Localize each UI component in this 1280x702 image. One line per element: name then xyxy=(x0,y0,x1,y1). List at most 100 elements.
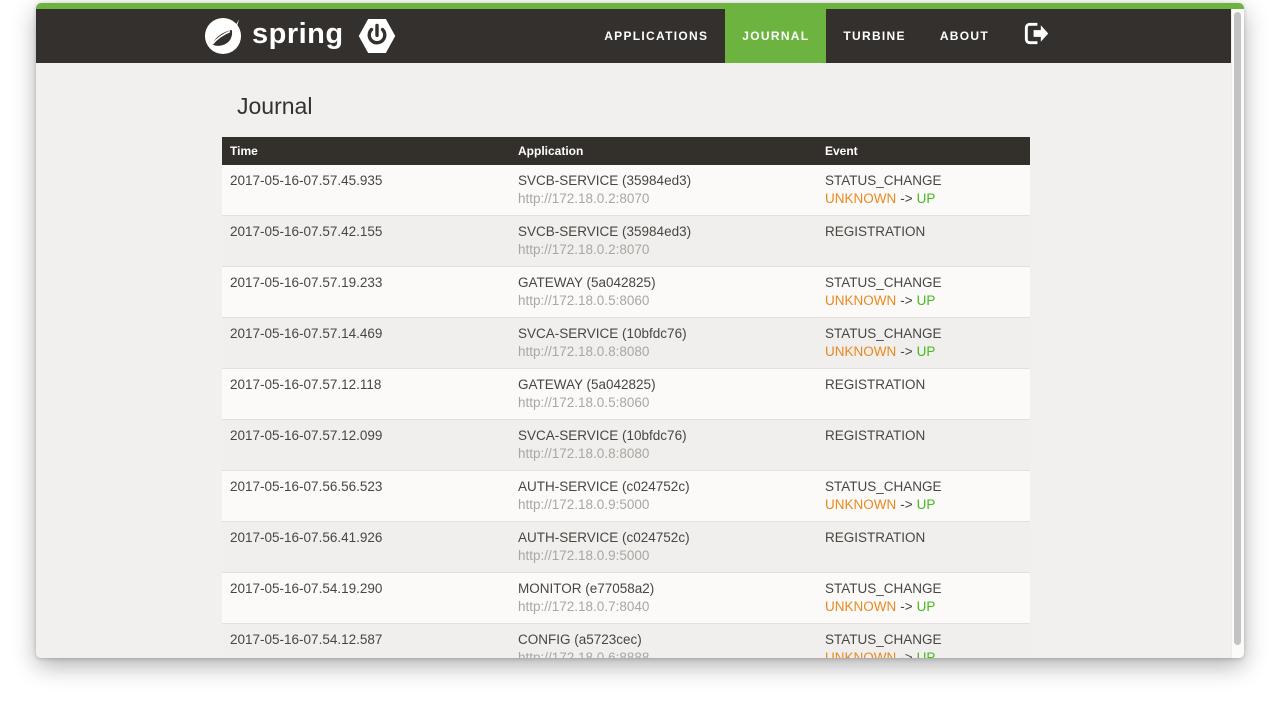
status-from: UNKNOWN xyxy=(825,650,896,658)
event-cell: STATUS_CHANGEUNKNOWN->UP xyxy=(817,624,1030,659)
journal-row: 2017-05-16-07.57.19.233GATEWAY (5a042825… xyxy=(222,267,1030,318)
event-cell: REGISTRATION xyxy=(817,522,1030,573)
application-name: MONITOR (e77058a2) xyxy=(518,581,809,597)
journal-row: 2017-05-16-07.54.12.587CONFIG (a5723cec)… xyxy=(222,624,1030,659)
status-transition: UNKNOWN->UP xyxy=(825,599,1022,615)
event-type: REGISTRATION xyxy=(825,530,1022,546)
brand-wordmark: spring xyxy=(252,18,344,51)
status-from: UNKNOWN xyxy=(825,191,896,206)
column-header-application: Application xyxy=(510,137,817,165)
status-from: UNKNOWN xyxy=(825,293,896,308)
scrollbar-thumb[interactable] xyxy=(1234,12,1241,645)
application-url: http://172.18.0.2:8070 xyxy=(518,191,809,207)
navbar-tabs: APPLICATIONSJOURNALTURBINEABOUT xyxy=(587,9,1006,63)
application-cell: SVCB-SERVICE (35984ed3) http://172.18.0.2… xyxy=(510,216,817,267)
journal-table: Time Application Event 2017-05-16-07.57.… xyxy=(222,137,1030,658)
spring-boot-icon xyxy=(357,16,397,56)
browser-page: spring APPLICATIONSJOURNALTURBINEABOUT xyxy=(36,3,1244,658)
scrollbar[interactable] xyxy=(1231,9,1244,658)
logout-icon xyxy=(1022,20,1049,52)
status-transition: UNKNOWN -> UP xyxy=(825,293,1022,309)
event-type: STATUS_CHANGE xyxy=(825,173,1022,189)
application-url: http://172.18.0.8:8080 xyxy=(518,344,809,360)
navbar: spring APPLICATIONSJOURNALTURBINEABOUT xyxy=(36,9,1232,63)
nav-tab-about[interactable]: ABOUT xyxy=(923,9,1006,63)
time-cell: 2017-05-16-07.56.41.926 xyxy=(222,522,510,573)
status-to: UP xyxy=(917,293,936,308)
application-url: http://172.18.0.5:8060 xyxy=(518,395,809,411)
application-name: SVCA-SERVICE (10bfdc76) xyxy=(518,428,809,444)
event-type: STATUS_CHANGE xyxy=(825,632,1022,648)
application-cell: CONFIG (a5723cec) http://172.18.0.6:8888 xyxy=(510,624,817,659)
status-arrow: -> xyxy=(900,497,912,512)
application-url: http://172.18.0.6:8888 xyxy=(518,650,809,658)
status-to: UP xyxy=(917,191,936,206)
application-name: SVCA-SERVICE (10bfdc76) xyxy=(518,326,809,342)
application-cell: MONITOR (e77058a2) http://172.18.0.7:8040 xyxy=(510,573,817,624)
status-from: UNKNOWN xyxy=(825,497,896,512)
event-cell: STATUS_CHANGEUNKNOWN->UP xyxy=(817,471,1030,522)
event-type: REGISTRATION xyxy=(825,428,1022,444)
event-cell: STATUS_CHANGEUNKNOWN->UP xyxy=(817,573,1030,624)
time-cell: 2017-05-16-07.56.56.523 xyxy=(222,471,510,522)
status-from: UNKNOWN xyxy=(825,599,896,614)
status-to: UP xyxy=(917,344,936,359)
status-from: UNKNOWN xyxy=(825,344,896,359)
event-cell: REGISTRATION xyxy=(817,369,1030,420)
table-header-row: Time Application Event xyxy=(222,137,1030,165)
status-arrow: -> xyxy=(900,191,912,206)
time-cell: 2017-05-16-07.57.42.155 xyxy=(222,216,510,267)
status-arrow: -> xyxy=(900,599,912,614)
time-cell: 2017-05-16-07.57.12.118 xyxy=(222,369,510,420)
status-arrow: -> xyxy=(900,650,912,658)
journal-row: 2017-05-16-07.54.19.290MONITOR (e77058a2… xyxy=(222,573,1030,624)
nav-tab-turbine[interactable]: TURBINE xyxy=(826,9,922,63)
application-url: http://172.18.0.9:5000 xyxy=(518,497,809,513)
event-cell: STATUS_CHANGE UNKNOWN -> UP xyxy=(817,267,1030,318)
application-url: http://172.18.0.2:8070 xyxy=(518,242,809,258)
application-url: http://172.18.0.7:8040 xyxy=(518,599,809,615)
event-cell: REGISTRATION xyxy=(817,420,1030,471)
time-cell: 2017-05-16-07.54.12.587 xyxy=(222,624,510,659)
application-name: SVCB-SERVICE (35984ed3) xyxy=(518,173,809,189)
application-name: SVCB-SERVICE (35984ed3) xyxy=(518,224,809,240)
application-cell: GATEWAY (5a042825)http://172.18.0.5:8060 xyxy=(510,267,817,318)
column-header-time: Time xyxy=(222,137,510,165)
journal-row: 2017-05-16-07.57.45.935SVCB-SERVICE (359… xyxy=(222,165,1030,216)
journal-row: 2017-05-16-07.57.12.099 SVCA-SERVICE (10b… xyxy=(222,420,1030,471)
event-type: STATUS_CHANGE xyxy=(825,275,1022,291)
time-cell: 2017-05-16-07.54.19.290 xyxy=(222,573,510,624)
time-cell: 2017-05-16-07.57.14.469 xyxy=(222,318,510,369)
time-cell: 2017-05-16-07.57.45.935 xyxy=(222,165,510,216)
application-url: http://172.18.0.5:8060 xyxy=(518,293,809,309)
time-cell: 2017-05-16-07.57.19.233 xyxy=(222,267,510,318)
status-arrow: -> xyxy=(900,293,912,308)
event-type: REGISTRATION xyxy=(825,377,1022,393)
application-name: AUTH-SERVICE (c024752c) xyxy=(518,479,809,495)
event-type: STATUS_CHANGE xyxy=(825,581,1022,597)
status-transition: UNKNOWN -> UP xyxy=(825,191,1022,207)
application-cell: AUTH-SERVICE (c024752c) http://172.18.0.9… xyxy=(510,471,817,522)
column-header-event: Event xyxy=(817,137,1030,165)
event-type: REGISTRATION xyxy=(825,224,1022,240)
journal-row: 2017-05-16-07.57.14.469SVCA-SERVICE (10b… xyxy=(222,318,1030,369)
page-title: Journal xyxy=(237,93,1244,120)
nav-tab-journal[interactable]: JOURNAL xyxy=(725,9,826,63)
spring-leaf-icon xyxy=(204,17,242,55)
logout-button[interactable] xyxy=(1022,20,1049,52)
status-transition: UNKNOWN->UP xyxy=(825,650,1022,658)
journal-row: 2017-05-16-07.57.12.118GATEWAY (5a042825… xyxy=(222,369,1030,420)
brand-logo[interactable]: spring xyxy=(204,16,397,56)
application-cell: AUTH-SERVICE (c024752c)http://172.18.0.9… xyxy=(510,522,817,573)
application-name: AUTH-SERVICE (c024752c) xyxy=(518,530,809,546)
event-cell: STATUS_CHANGE UNKNOWN -> UP xyxy=(817,165,1030,216)
main-content: Journal Time Application Event 2017-05-1… xyxy=(36,63,1244,658)
journal-row: 2017-05-16-07.56.41.926AUTH-SERVICE (c02… xyxy=(222,522,1030,573)
time-cell: 2017-05-16-07.57.12.099 xyxy=(222,420,510,471)
status-transition: UNKNOWN->UP xyxy=(825,344,1022,360)
application-cell: SVCA-SERVICE (10bfdc76) http://172.18.0.8… xyxy=(510,318,817,369)
application-cell: SVCB-SERVICE (35984ed3) http://172.18.0.2… xyxy=(510,165,817,216)
nav-tab-applications[interactable]: APPLICATIONS xyxy=(587,9,725,63)
application-name: CONFIG (a5723cec) xyxy=(518,632,809,648)
journal-row: 2017-05-16-07.57.42.155SVCB-SERVICE (359… xyxy=(222,216,1030,267)
